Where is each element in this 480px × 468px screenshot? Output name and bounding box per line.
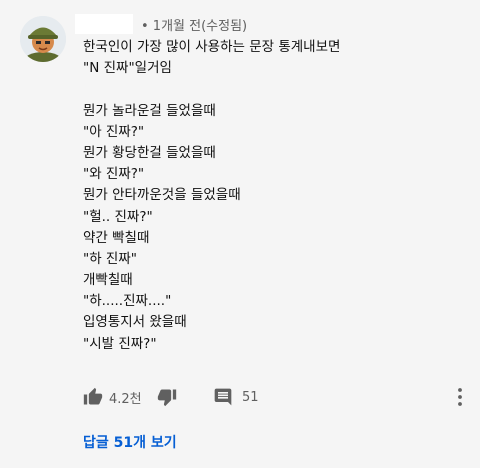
view-replies-link[interactable]: 답글 51개 보기 xyxy=(83,432,177,452)
thumbs-up-icon xyxy=(83,387,103,405)
comment-actions: 4.2천 51 xyxy=(83,384,473,410)
comment-line: "하.....진짜...." xyxy=(83,293,172,310)
like-button[interactable]: 4.2천 xyxy=(83,384,142,410)
like-count: 4.2천 xyxy=(109,391,142,407)
soldier-avatar-icon xyxy=(20,16,66,62)
reply-button[interactable]: 51 xyxy=(213,384,259,410)
comment-line: 약간 빡칠때 xyxy=(83,229,150,246)
thumbs-down-icon xyxy=(157,389,177,407)
comment-line: 뭔가 놀라운걸 들었을때 xyxy=(83,102,216,119)
reply-count: 51 xyxy=(242,389,259,405)
comment-icon xyxy=(214,388,232,406)
comment-line: "시발 진짜?" xyxy=(83,335,157,352)
dislike-button[interactable] xyxy=(157,384,177,410)
comment-line: 입영통지서 왔을때 xyxy=(83,314,187,331)
comment-line: 뭔가 안타까운것을 들었을때 xyxy=(83,187,241,204)
comment-line: "N 진짜"일거임 xyxy=(83,60,172,77)
comment-line: 뭔가 황당한걸 들었을때 xyxy=(83,144,216,161)
timestamp[interactable]: • 1개월 전(수정됨) xyxy=(141,15,247,34)
comment-line: "하 진짜" xyxy=(83,250,137,267)
more-options-button[interactable] xyxy=(455,386,465,412)
comment-line: 개빡칠때 xyxy=(83,272,133,289)
author-name[interactable] xyxy=(75,14,133,34)
comment-line: "헐.. 진짜?" xyxy=(83,208,153,225)
comment-header: • 1개월 전(수정됨) xyxy=(75,12,247,36)
comment-line: 한국인이 가장 많이 사용하는 문장 통계내보면 xyxy=(83,39,341,55)
comment-line: "와 진짜?" xyxy=(83,166,145,183)
comment-line xyxy=(83,79,453,100)
avatar[interactable] xyxy=(20,16,66,62)
more-vert-icon xyxy=(458,388,462,406)
comment-line: "아 진짜?" xyxy=(83,123,145,140)
comment-text: 한국인이 가장 많이 사용하는 문장 통계내보면 "N 진짜"일거임 뭔가 놀라… xyxy=(83,37,453,355)
